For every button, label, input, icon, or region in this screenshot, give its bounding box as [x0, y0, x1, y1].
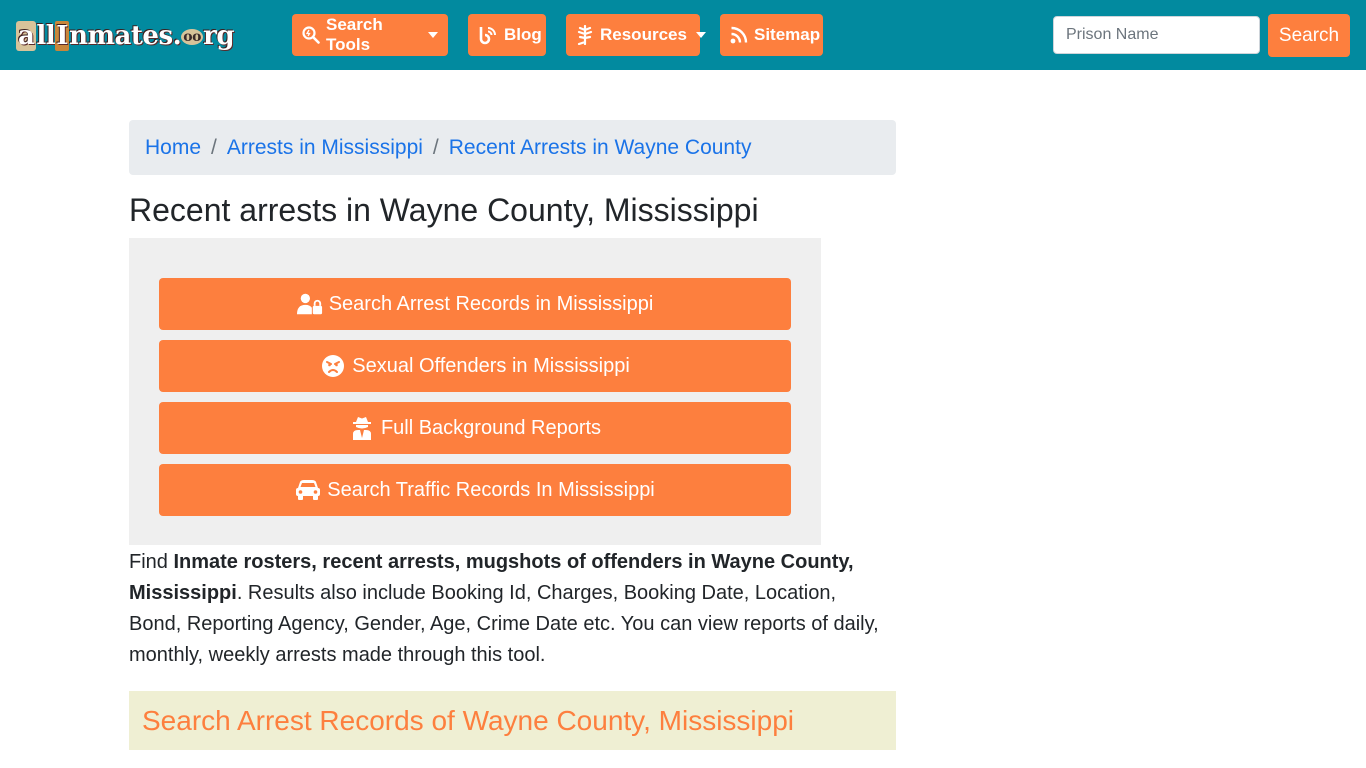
- search-tools-icon: [302, 25, 320, 45]
- rss-icon: [730, 25, 748, 45]
- search-traffic-records-label: Search Traffic Records In Mississippi: [327, 478, 655, 501]
- sexual-offenders-label: Sexual Offenders in Mississippi: [352, 354, 630, 377]
- nav-search-tools-label: Search Tools: [326, 15, 383, 54]
- nav-sitemap-link[interactable]: Sitemap: [720, 14, 823, 56]
- logo-wordmark: allInmates. oorg: [16, 21, 235, 51]
- full-background-reports-label: Full Background Reports: [380, 416, 602, 439]
- nav-resources-dropdown[interactable]: Resources: [566, 14, 706, 56]
- description-prefix: Find: [129, 551, 174, 573]
- logo-letter-a: a: [16, 21, 37, 51]
- breadcrumb-recent-arrests-wayne[interactable]: Recent Arrests in Wayne County: [449, 136, 752, 160]
- logo-handcuffs-icon: oo: [181, 29, 204, 45]
- section-heading: Search Arrest Records of Wayne County, M…: [142, 704, 795, 736]
- leaf-icon: [576, 25, 594, 45]
- logo-letters-nmates: nmates.: [69, 21, 182, 51]
- breadcrumb-separator: /: [211, 135, 217, 159]
- caret-down-icon: [428, 32, 438, 38]
- section-header: Search Arrest Records of Wayne County, M…: [129, 691, 896, 750]
- breadcrumb-arrests-in-mississippi[interactable]: Arrests in Mississippi: [227, 136, 423, 160]
- angry-face-icon: [320, 353, 346, 379]
- caret-down-icon: [695, 32, 706, 38]
- nav-blog-link[interactable]: Blog: [468, 14, 546, 56]
- search-arrest-records-label: Search Arrest Records in Mississippi: [328, 292, 654, 315]
- nav-sitemap-label: Sitemap: [754, 25, 821, 44]
- search-arrest-records-button[interactable]: Search Arrest Records in Mississippi: [159, 278, 791, 330]
- action-panel: Search Arrest Records in Mississippi Sex…: [129, 238, 821, 545]
- full-background-reports-button[interactable]: Full Background Reports: [159, 402, 791, 454]
- search-traffic-records-button[interactable]: Search Traffic Records In Mississippi: [159, 464, 791, 516]
- breadcrumb-home[interactable]: Home: [145, 136, 201, 160]
- search-button[interactable]: Search: [1268, 14, 1350, 57]
- page-title: Recent arrests in Wayne County, Mississi…: [129, 192, 759, 228]
- user-secret-icon: [349, 415, 375, 441]
- description-suffix: . Results also include Booking Id, Charg…: [129, 582, 879, 666]
- nav-search-tools-dropdown[interactable]: Search Tools: [292, 14, 448, 56]
- car-icon: [295, 477, 321, 503]
- breadcrumb: Home / Arrests in Mississippi / Recent A…: [129, 120, 896, 175]
- sexual-offenders-button[interactable]: Sexual Offenders in Mississippi: [159, 340, 791, 392]
- logo-letters-ll: ll: [36, 21, 56, 51]
- site-logo[interactable]: allInmates. oorg: [16, 18, 235, 54]
- top-navbar: allInmates. oorg Search Tools Blog Resour…: [0, 0, 1366, 70]
- logo-letters-rg: rg: [203, 21, 235, 51]
- nav-resources-label: Resources: [600, 25, 687, 44]
- logo-letter-i: I: [55, 21, 70, 51]
- prison-name-search-input[interactable]: [1053, 16, 1260, 54]
- blog-icon: [478, 25, 498, 45]
- description-paragraph: Find Inmate rosters, recent arrests, mug…: [129, 547, 889, 671]
- nav-blog-label: Blog: [504, 25, 542, 44]
- user-lock-icon: [296, 291, 323, 317]
- breadcrumb-separator: /: [432, 135, 439, 159]
